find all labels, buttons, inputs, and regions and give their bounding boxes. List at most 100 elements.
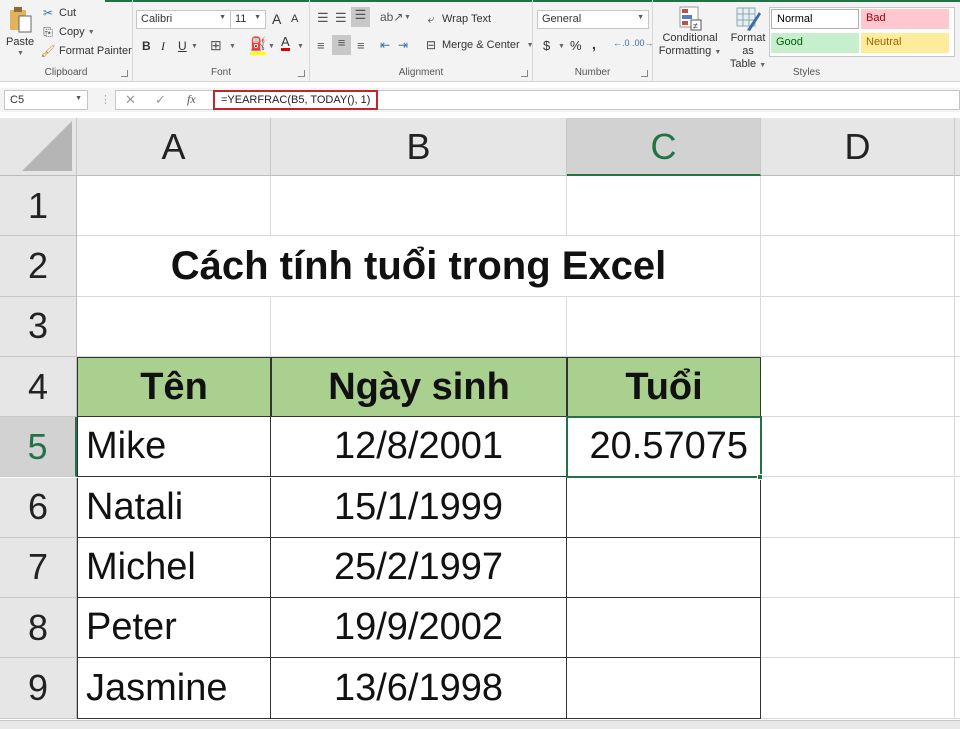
orientation-dropdown-icon[interactable]: ▼	[404, 14, 411, 21]
name-box[interactable]: C5 ▼	[4, 90, 88, 110]
fill-handle[interactable]	[757, 473, 763, 480]
cell-a8[interactable]: Peter	[77, 598, 271, 659]
column-header-d[interactable]: D	[761, 118, 955, 176]
table-header-c[interactable]: Tuổi	[567, 356, 761, 418]
row-header-4[interactable]: 4	[0, 356, 77, 418]
fill-color-icon[interactable]: ⛽	[250, 36, 267, 55]
percent-button[interactable]: %	[570, 38, 582, 53]
cell-b9[interactable]: 13/6/1998	[271, 658, 567, 719]
merge-center-button[interactable]: ⊟ Merge & Center ▼	[423, 38, 534, 52]
align-top-icon[interactable]: ☰	[317, 10, 329, 26]
align-bottom-icon[interactable]: ☰	[351, 7, 370, 27]
shrink-font-button[interactable]: A	[291, 13, 298, 25]
table-header-a[interactable]: Tên	[77, 356, 271, 418]
bold-button[interactable]: B	[142, 39, 151, 53]
cell-d9[interactable]	[761, 658, 955, 719]
format-as-table-button[interactable]: Format as Table ▼	[725, 6, 771, 70]
borders-dropdown-icon[interactable]: ▼	[229, 43, 236, 50]
decrease-indent-icon[interactable]: ⇤	[380, 38, 390, 52]
cut-button[interactable]: ✂ Cut	[40, 6, 76, 20]
cell-a3[interactable]	[77, 296, 271, 357]
cell-d4[interactable]	[761, 356, 955, 418]
row-header-9[interactable]: 9	[0, 658, 77, 719]
cell-b5[interactable]: 12/8/2001	[271, 417, 567, 478]
cell-c5[interactable]: 20.57075	[566, 416, 762, 479]
column-header-b[interactable]: B	[271, 118, 567, 176]
cell-e7[interactable]	[955, 538, 960, 599]
cell-d1[interactable]	[761, 176, 955, 237]
style-normal[interactable]: Normal	[771, 9, 859, 29]
cell-e5[interactable]	[955, 417, 960, 478]
alignment-launcher-icon[interactable]	[521, 70, 528, 77]
cell-c3[interactable]	[567, 296, 761, 357]
font-color-icon[interactable]: A	[281, 35, 290, 51]
clipboard-launcher-icon[interactable]	[121, 70, 128, 77]
row-header-8[interactable]: 8	[0, 598, 77, 659]
grow-font-button[interactable]: A	[272, 11, 281, 27]
cell-a9[interactable]: Jasmine	[77, 658, 271, 719]
cell-d3[interactable]	[761, 296, 955, 357]
row-header-5[interactable]: 5	[0, 417, 77, 478]
cell-e2[interactable]	[955, 236, 960, 297]
cell-d6[interactable]	[761, 477, 955, 538]
select-all-button[interactable]	[0, 118, 77, 176]
row-header-1[interactable]: 1	[0, 176, 77, 237]
font-launcher-icon[interactable]	[298, 70, 305, 77]
formula-input[interactable]: =YEARFRAC(B5, TODAY(), 1)	[213, 90, 379, 110]
currency-dropdown-icon[interactable]: ▼	[558, 43, 565, 50]
insert-function-icon[interactable]: fx	[187, 92, 196, 107]
format-painter-button[interactable]: 🖌 Format Painter	[40, 44, 131, 58]
increase-decimal-icon[interactable]: ←.0	[613, 38, 630, 48]
orientation-icon[interactable]: ab↗	[380, 10, 403, 24]
cell-a1[interactable]	[77, 176, 271, 237]
align-middle-icon[interactable]: ☰	[335, 10, 347, 26]
number-format-select[interactable]: General ▼	[537, 10, 649, 29]
cell-e1[interactable]	[955, 176, 960, 237]
fill-color-dropdown-icon[interactable]: ▼	[268, 43, 275, 50]
number-launcher-icon[interactable]	[641, 70, 648, 77]
column-header-e[interactable]	[955, 118, 960, 176]
cell-e9[interactable]	[955, 658, 960, 719]
conditional-formatting-button[interactable]: ≠ Conditional Formatting ▼	[657, 6, 723, 62]
row-header-6[interactable]: 6	[0, 477, 77, 538]
wrap-text-button[interactable]: ⤶ Wrap Text	[423, 12, 492, 26]
cell-a7[interactable]: Michel	[77, 537, 271, 599]
cell-c6[interactable]	[567, 477, 761, 538]
cancel-icon[interactable]: ✕	[125, 92, 136, 108]
decrease-decimal-icon[interactable]: .00→	[632, 38, 654, 48]
cell-b1[interactable]	[271, 176, 567, 237]
cell-d7[interactable]	[761, 537, 955, 599]
cell-d5[interactable]	[761, 417, 955, 478]
cell-a5[interactable]: Mike	[77, 417, 271, 478]
cell-e4[interactable]	[955, 357, 960, 418]
align-left-icon[interactable]: ≡	[317, 38, 325, 53]
align-right-icon[interactable]: ≡	[357, 38, 365, 53]
cell-c9[interactable]	[567, 658, 761, 719]
font-color-dropdown-icon[interactable]: ▼	[297, 43, 304, 50]
row-header-3[interactable]: 3	[0, 296, 77, 357]
increase-indent-icon[interactable]: ⇥	[398, 38, 408, 52]
currency-button[interactable]: $	[543, 38, 550, 53]
cell-b3[interactable]	[271, 296, 567, 357]
cell-c7[interactable]	[567, 537, 761, 599]
row-header-7[interactable]: 7	[0, 537, 77, 599]
table-header-b[interactable]: Ngày sinh	[271, 356, 567, 418]
align-center-icon[interactable]: ≡	[332, 35, 351, 55]
copy-button[interactable]: ⎘ Copy ▼	[40, 25, 94, 39]
column-header-a[interactable]: A	[77, 118, 271, 176]
italic-button[interactable]: I	[161, 39, 165, 54]
font-name-select[interactable]: Calibri ▼	[136, 10, 231, 29]
style-good[interactable]: Good	[771, 33, 859, 53]
font-size-select[interactable]: 11 ▼	[230, 10, 266, 29]
cell-b8[interactable]: 19/9/2002	[271, 598, 567, 659]
borders-icon[interactable]: ⊞	[210, 37, 222, 54]
style-bad[interactable]: Bad	[861, 9, 949, 29]
enter-icon[interactable]: ✓	[155, 92, 166, 108]
paste-button[interactable]: Paste ▼	[6, 6, 36, 57]
comma-button[interactable]: ,	[592, 36, 596, 52]
underline-button[interactable]: U	[178, 39, 187, 53]
underline-dropdown-icon[interactable]: ▼	[191, 43, 198, 50]
cell-b6[interactable]: 15/1/1999	[271, 477, 567, 538]
style-neutral[interactable]: Neutral	[861, 33, 949, 53]
row-header-2[interactable]: 2	[0, 236, 77, 297]
